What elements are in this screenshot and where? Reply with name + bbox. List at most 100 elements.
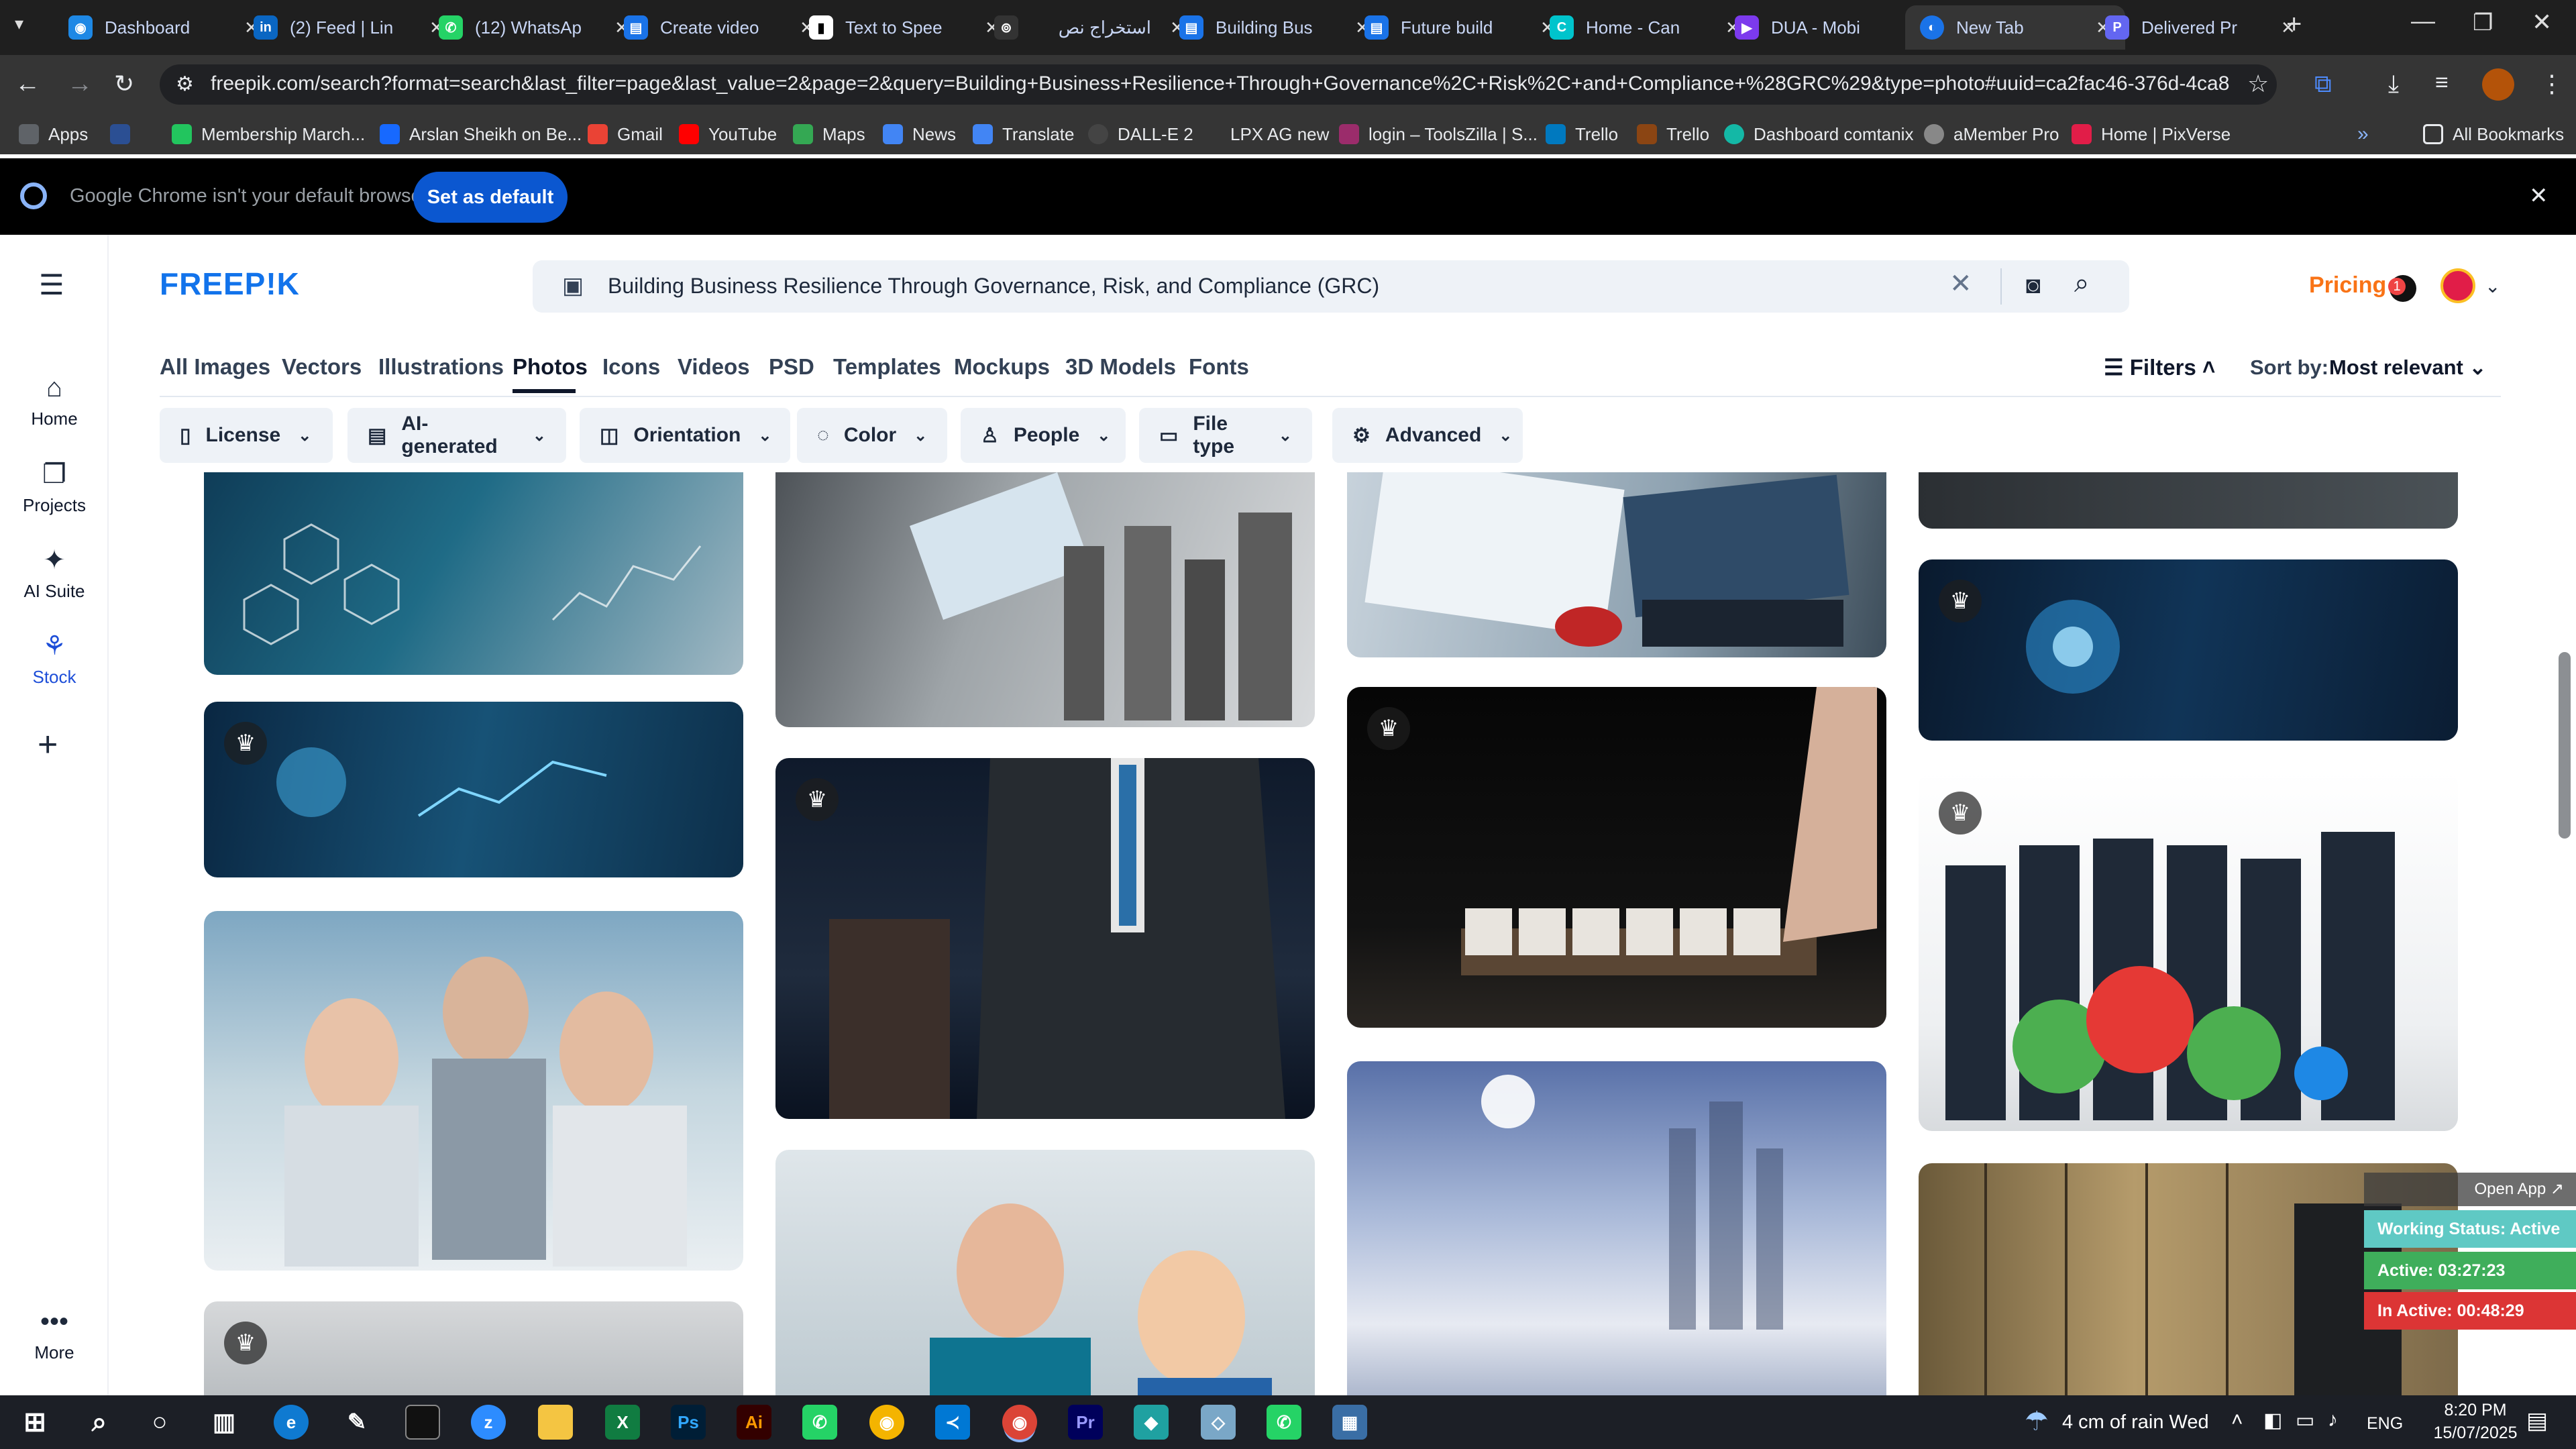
bookmark-item[interactable]: Home | PixVerse xyxy=(2072,118,2231,150)
chevron-down-icon[interactable]: ⌄ xyxy=(2485,275,2500,297)
tab-icons[interactable]: Icons xyxy=(602,354,660,380)
sort-dropdown[interactable]: Most relevant ⌄ xyxy=(2329,356,2486,380)
set-as-default-button[interactable]: Set as default xyxy=(413,172,568,223)
premiere-icon[interactable]: Pr xyxy=(1068,1405,1103,1440)
browser-tab[interactable]: P Delivered Pr ✕ xyxy=(2090,5,2310,50)
add-icon[interactable]: + xyxy=(38,724,58,765)
page-scrollbar-thumb[interactable] xyxy=(2559,652,2571,839)
bookmark-item[interactable]: Translate xyxy=(973,118,1074,150)
tab-mockups[interactable]: Mockups xyxy=(954,354,1050,380)
result-image[interactable] xyxy=(1347,472,1886,657)
tab-illustrations[interactable]: Illustrations xyxy=(378,354,504,380)
result-image[interactable] xyxy=(775,1150,1315,1395)
zoom-icon[interactable]: z xyxy=(471,1405,506,1440)
bookmark-apps[interactable]: Apps xyxy=(19,118,88,150)
back-icon[interactable]: ← xyxy=(15,70,40,99)
new-tab-icon[interactable]: + xyxy=(2286,9,2302,40)
filter-license[interactable]: ▯ License ⌄ xyxy=(160,408,333,463)
clear-search-icon[interactable]: ✕ xyxy=(1949,268,1972,299)
task-view-icon[interactable]: ▥ xyxy=(207,1405,241,1440)
download-icon[interactable]: ⤓ xyxy=(2388,70,2399,99)
notifications-icon[interactable]: ▤ xyxy=(2526,1407,2548,1434)
cortana-icon[interactable]: ○ xyxy=(142,1405,177,1440)
more-bookmarks-icon[interactable]: » xyxy=(2357,118,2369,150)
result-image[interactable]: ♛ xyxy=(1919,771,2458,1131)
excel-icon[interactable]: X xyxy=(605,1405,640,1440)
file-explorer-icon[interactable] xyxy=(538,1405,573,1440)
photoshop-icon[interactable]: Ps xyxy=(671,1405,706,1440)
camera-search-icon[interactable]: ◙ xyxy=(2026,271,2041,299)
filter-people[interactable]: ♙ People ⌄ xyxy=(961,408,1126,463)
pricing-link[interactable]: Pricing xyxy=(2309,272,2386,299)
chrome-active-icon[interactable]: ◉ xyxy=(1002,1405,1037,1440)
volume-icon[interactable]: ♪ xyxy=(2328,1409,2338,1432)
media-icon[interactable]: ≡ xyxy=(2435,70,2449,96)
minimize-icon[interactable]: — xyxy=(2411,7,2435,35)
tab-photos[interactable]: Photos xyxy=(513,354,588,380)
tab-groups-icon[interactable] xyxy=(110,118,140,150)
tab-vectors[interactable]: Vectors xyxy=(282,354,362,380)
pen-icon[interactable]: ✎ xyxy=(339,1405,374,1440)
result-image[interactable] xyxy=(204,911,743,1271)
clock-date[interactable]: 15/07/2025 xyxy=(2428,1424,2522,1443)
bookmark-item[interactable]: Membership March... xyxy=(172,118,365,150)
result-image[interactable]: ♛ xyxy=(1919,559,2458,741)
result-image[interactable]: ♛ xyxy=(775,758,1315,1119)
bookmark-item[interactable]: Dashboard comtanix xyxy=(1724,118,1913,150)
tab-fonts[interactable]: Fonts xyxy=(1189,354,1249,380)
bookmark-item[interactable]: LPX AG new xyxy=(1230,118,1329,150)
close-window-icon[interactable]: ✕ xyxy=(2532,8,2552,36)
edge-icon[interactable]: e xyxy=(274,1405,309,1440)
freepik-logo[interactable]: FREEP!K xyxy=(160,266,300,302)
result-image[interactable]: ♛ xyxy=(1347,687,1886,1028)
tab-videos[interactable]: Videos xyxy=(678,354,750,380)
bookmark-item[interactable]: Arslan Sheikh on Be... xyxy=(380,118,582,150)
tab-search-button[interactable]: ▾ xyxy=(15,13,42,40)
tab-3d-models[interactable]: 3D Models xyxy=(1065,354,1176,380)
bookmark-item[interactable]: aMember Pro xyxy=(1924,118,2059,150)
result-image[interactable] xyxy=(204,472,743,675)
all-bookmarks[interactable]: All Bookmarks xyxy=(2423,118,2564,150)
filter-ai-generated[interactable]: ▤ AI-generated ⌄ xyxy=(347,408,566,463)
network-icon[interactable]: ▭ xyxy=(2296,1409,2314,1432)
app-icon[interactable]: ◆ xyxy=(1134,1405,1169,1440)
tab-all-images[interactable]: All Images xyxy=(160,354,270,380)
filter-advanced[interactable]: ⚙ Advanced ⌄ xyxy=(1332,408,1523,463)
illustrator-icon[interactable]: Ai xyxy=(737,1405,771,1440)
app-icon[interactable]: ◇ xyxy=(1201,1405,1236,1440)
profile-avatar[interactable] xyxy=(2482,68,2514,101)
nav-more[interactable]: ••• More xyxy=(0,1307,109,1363)
nav-ai-suite[interactable]: ✦ AI Suite xyxy=(0,545,109,602)
whatsapp-business-icon[interactable]: ✆ xyxy=(1267,1405,1301,1440)
tab-templates[interactable]: Templates xyxy=(833,354,941,380)
bookmark-item[interactable]: Trello xyxy=(1546,118,1618,150)
tab-psd[interactable]: PSD xyxy=(769,354,814,380)
nav-projects[interactable]: ❐ Projects xyxy=(0,459,109,516)
filters-toggle[interactable]: ☰ Filters ˄ xyxy=(2104,354,2215,380)
calculator-icon[interactable]: ▦ xyxy=(1332,1405,1367,1440)
bookmark-item[interactable]: Trello xyxy=(1637,118,1709,150)
search-input[interactable]: Building Business Resilience Through Gov… xyxy=(608,274,1379,299)
hamburger-menu-icon[interactable]: ☰ xyxy=(39,268,64,301)
filter-color[interactable]: ◌ Color ⌄ xyxy=(797,408,947,463)
language-indicator[interactable]: ENG xyxy=(2367,1414,2403,1434)
bookmark-star-icon[interactable]: ☆ xyxy=(2247,70,2269,98)
result-image[interactable]: ♛ xyxy=(204,702,743,877)
open-app-link[interactable]: Open App ↗ xyxy=(2364,1173,2576,1206)
filter-orientation[interactable]: ◫ Orientation ⌄ xyxy=(580,408,790,463)
clock-time[interactable]: 8:20 PM xyxy=(2428,1401,2522,1420)
weather-text[interactable]: 4 cm of rain Wed xyxy=(2062,1411,2209,1434)
address-url[interactable]: freepik.com/search?format=search&last_fi… xyxy=(211,72,2230,99)
reload-icon[interactable]: ↻ xyxy=(114,70,134,98)
windows-start-icon[interactable]: ⊞ xyxy=(17,1405,52,1440)
site-info-icon[interactable]: ⚙ xyxy=(176,72,194,96)
whatsapp-icon[interactable]: ✆ xyxy=(802,1405,837,1440)
chrome-icon[interactable]: ◉ xyxy=(869,1405,904,1440)
result-image[interactable] xyxy=(775,472,1315,727)
tray-chevron-icon[interactable]: ˄ xyxy=(2231,1409,2243,1432)
vscode-icon[interactable]: ≺ xyxy=(935,1405,970,1440)
close-infobar-icon[interactable]: ✕ xyxy=(2529,182,2548,209)
bookmark-item[interactable]: DALL-E 2 xyxy=(1088,118,1193,150)
bookmark-item[interactable]: News xyxy=(883,118,956,150)
result-image[interactable] xyxy=(1919,472,2458,529)
